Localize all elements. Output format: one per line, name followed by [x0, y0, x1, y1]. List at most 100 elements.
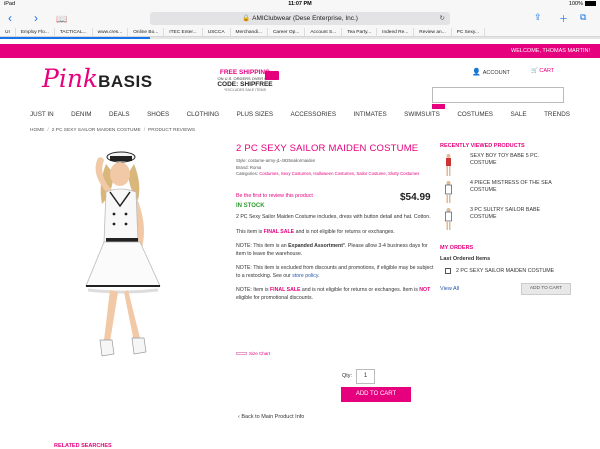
nav-item[interactable]: TRENDS [544, 111, 570, 121]
account-label: ACCOUNT [482, 70, 510, 76]
bookmark-item[interactable]: Online Bo... [128, 28, 165, 36]
bookmark-item[interactable]: PC Sexy... [452, 28, 485, 36]
final-sale-tag: FINAL SALE [270, 287, 301, 293]
browser-toolbar: ‹ › 📖 🔒 AMIClubwear (Dese Enterprise, Inc… [0, 9, 600, 28]
new-tab-icon[interactable]: ＋ [559, 12, 568, 25]
size-chart-link[interactable]: Size Chart [236, 351, 270, 356]
restocking-note: NOTE: This item is excluded from discoun… [236, 265, 436, 280]
site-logo[interactable]: PinkBASIS [42, 64, 153, 96]
nav-item[interactable]: DENIM [71, 111, 91, 121]
bookmark-item[interactable]: TACTICAL... [55, 28, 93, 36]
add-to-cart-button[interactable]: ADD TO CART [341, 387, 411, 402]
nav-item[interactable]: INTIMATES [354, 111, 387, 121]
recent-item-thumbnail [445, 208, 452, 230]
text-span: NOTE: This item is an [236, 243, 289, 249]
text-span: eligible for promotional discounts. [236, 294, 313, 301]
category-links[interactable]: Costumes, Sexy Costumes, Halloween Costu… [259, 171, 419, 176]
forward-icon[interactable]: › [34, 11, 38, 25]
recent-item-name[interactable]: SEXY BOY TOY BABE 5 PC. COSTUME [470, 153, 565, 166]
ruler-icon [236, 352, 247, 355]
text-span: and is not eligible for returns or excha… [300, 287, 420, 293]
product-meta: Style: costume-army-j1-4925sailormaiden … [236, 158, 436, 178]
bookmark-item[interactable]: Merchandi... [231, 28, 268, 36]
battery-percent: 100% [568, 1, 583, 7]
cart-link[interactable]: 🛒 CART [531, 68, 554, 74]
bookmark-item[interactable]: UI [0, 28, 16, 36]
bookmark-item[interactable]: Tea Party... [342, 28, 378, 36]
tabs-icon[interactable]: ⧉ [580, 12, 586, 23]
product-image[interactable] [28, 144, 218, 369]
cart-icon: 🛒 [531, 68, 538, 74]
breadcrumb-product[interactable]: 2 PC SEXY SAILOR MAIDEN COSTUME [52, 128, 141, 133]
account-link[interactable]: 👤 ACCOUNT [472, 68, 510, 76]
last-ordered-heading: Last Ordered Items [440, 256, 491, 262]
order-item-checkbox[interactable] [445, 268, 451, 274]
sidebar-add-to-cart-button[interactable]: ADD TO CART [521, 283, 571, 295]
recent-item-thumbnail [446, 154, 451, 176]
breadcrumb-home[interactable]: HOME [30, 128, 44, 133]
main-nav: JUST IN DENIM DEALS SHOES CLOTHING PLUS … [30, 111, 570, 121]
store-policy-link[interactable]: store policy [292, 273, 318, 279]
breadcrumb-current: PRODUCT REVIEWS [148, 128, 196, 133]
recent-item-name[interactable]: 3 PC SULTRY SAILOR BABE COSTUME [470, 207, 565, 220]
bookmark-item[interactable]: Indeed Re... [377, 28, 415, 36]
recent-item[interactable]: 4 PIECE MISTRESS OF THE SEA COSTUME [440, 179, 570, 206]
final-sale-notice: This item is FINAL SALE and is not eligi… [236, 229, 436, 237]
back-icon[interactable]: ‹ [8, 11, 12, 25]
assortment-note: NOTE: This item is an Expanded Assortmen… [236, 243, 436, 258]
text-span: . [318, 272, 320, 279]
product-categories: Categories: Costumes, Sexy Costumes, Hal… [236, 171, 436, 178]
expanded-assortment: Expanded Assortment [288, 243, 343, 249]
bookmark-item[interactable]: Review an... [414, 28, 452, 36]
nav-item[interactable]: ACCESSORIES [291, 111, 337, 121]
shipping-line-3: CODE: SHIPFREE [217, 81, 273, 88]
truck-icon [265, 71, 279, 80]
nav-item[interactable]: SHOES [147, 111, 169, 121]
bookmark-item[interactable]: USCCA [203, 28, 231, 36]
product-title: 2 PC SEXY SAILOR MAIDEN COSTUME [236, 143, 419, 154]
nav-item[interactable]: SWIMSUITS [404, 111, 440, 121]
bookmarks-icon[interactable]: 📖 [56, 12, 67, 26]
final-sale-note: NOTE: Item is FINAL SALE and is not elig… [236, 287, 436, 302]
order-item-name[interactable]: 2 PC SEXY SAILOR MAIDEN COSTUME [456, 268, 554, 274]
nav-item[interactable]: COSTUMES [457, 111, 493, 121]
stock-status: IN STOCK [236, 203, 265, 209]
address-text: AMIClubwear (Dese Enterprise, Inc.) [252, 15, 358, 22]
status-bar: iPad 11:07 PM 100% [0, 0, 600, 9]
recent-item-name[interactable]: 4 PIECE MISTRESS OF THE SEA COSTUME [470, 180, 565, 193]
nav-item[interactable]: DEALS [109, 111, 130, 121]
reload-icon[interactable]: ↻ [440, 12, 445, 25]
clock: 11:07 PM [288, 1, 312, 7]
address-bar[interactable]: 🔒 AMIClubwear (Dese Enterprise, Inc.) ↻ [150, 12, 450, 25]
review-link[interactable]: Be the first to review this product [236, 193, 313, 199]
description-text: 2 PC Sexy Sailor Maiden Costume includes… [236, 214, 431, 220]
recent-item-thumbnail [445, 181, 452, 203]
logo-pink: Pink [42, 64, 99, 93]
recent-item[interactable]: 3 PC SULTRY SAILOR BABE COSTUME [440, 206, 570, 233]
recently-viewed-list: SEXY BOY TOY BABE 5 PC. COSTUME 4 PIECE … [440, 152, 570, 233]
bookmark-item[interactable]: Employ Flo... [16, 28, 55, 36]
view-all-link[interactable]: View All [440, 286, 459, 292]
nav-item[interactable]: CLOTHING [187, 111, 220, 121]
bookmark-item[interactable]: Career Op... [268, 28, 306, 36]
nav-item[interactable]: PLUS SIZES [237, 111, 273, 121]
bookmark-item[interactable]: www.cres... [93, 28, 129, 36]
nav-item[interactable]: JUST IN [30, 111, 54, 121]
search-input[interactable] [432, 87, 564, 103]
size-chart-label: Size Chart [249, 351, 271, 356]
product-description: 2 PC Sexy Sailor Maiden Costume includes… [236, 214, 436, 309]
search-button[interactable] [432, 104, 445, 109]
back-to-product-link[interactable]: ‹ Back to Main Product Info [238, 414, 304, 420]
shipping-line-4: *EXCLUDES SALE ITEMS [224, 88, 266, 92]
recent-item[interactable]: SEXY BOY TOY BABE 5 PC. COSTUME [440, 152, 570, 179]
breadcrumb-separator: / [143, 128, 146, 133]
battery-indicator: 100% [569, 1, 596, 7]
bookmark-item[interactable]: ITEC Enter... [164, 28, 203, 36]
nav-item[interactable]: SALE [510, 111, 526, 121]
qty-input[interactable]: 1 [356, 369, 375, 384]
breadcrumb: HOME/2 PC SEXY SAILOR MAIDEN COSTUME / PRO… [30, 128, 195, 133]
text-span: and is not eligible for returns or excha… [294, 228, 395, 235]
categories-label: Categories: [236, 171, 258, 176]
share-icon[interactable]: ⇪ [534, 12, 542, 23]
bookmark-item[interactable]: Account S... [305, 28, 343, 36]
